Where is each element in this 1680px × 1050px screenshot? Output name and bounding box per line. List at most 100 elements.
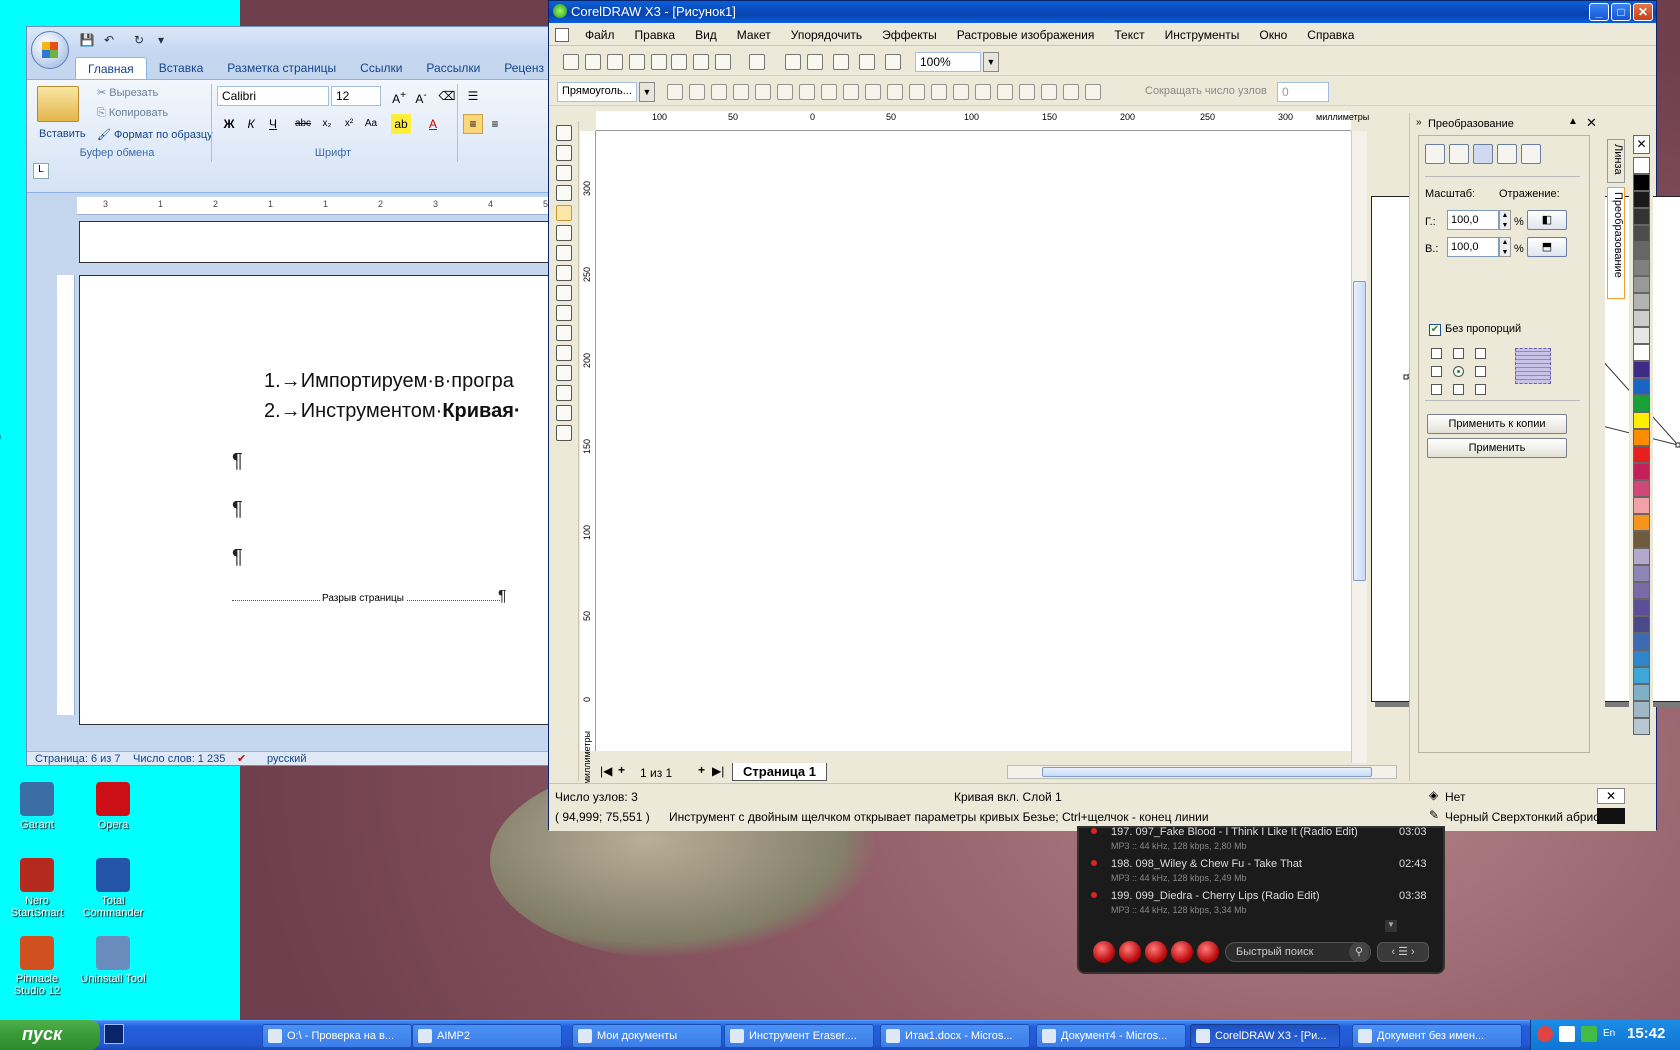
shrink-font-icon[interactable]: A- bbox=[411, 86, 431, 106]
welcome-icon[interactable] bbox=[859, 54, 875, 70]
redo-icon[interactable] bbox=[749, 54, 765, 70]
text-tool-icon[interactable] bbox=[556, 325, 572, 341]
v-scale-spinner-icon[interactable]: ▲ ▼ bbox=[1499, 237, 1511, 257]
color-swatch[interactable] bbox=[1633, 650, 1650, 667]
node-edit-icon[interactable] bbox=[975, 84, 991, 100]
node-edit-icon[interactable] bbox=[777, 84, 793, 100]
font-color-icon[interactable]: A bbox=[423, 114, 443, 134]
ribbon-tab[interactable]: Рассылки bbox=[414, 57, 492, 79]
start-button[interactable]: пуск bbox=[0, 1020, 100, 1050]
node-edit-icon[interactable] bbox=[667, 84, 683, 100]
tray-flag-icon[interactable] bbox=[1559, 1026, 1575, 1042]
add-page-icon[interactable]: + bbox=[618, 763, 625, 777]
page-tab[interactable]: Страница 1 bbox=[732, 763, 827, 781]
format-painter-button[interactable]: 🖌 Формат по образцу bbox=[97, 128, 213, 141]
underline-icon[interactable]: Ч bbox=[263, 114, 283, 134]
add-page-after-icon[interactable]: + bbox=[698, 763, 705, 777]
desktop-icon[interactable]: Nero StartSmart bbox=[0, 858, 74, 919]
vertical-scrollbar[interactable] bbox=[1351, 131, 1367, 763]
color-swatch[interactable] bbox=[1633, 718, 1650, 735]
node-edit-icon[interactable] bbox=[733, 84, 749, 100]
paste-icon[interactable] bbox=[693, 54, 709, 70]
change-case-icon[interactable]: Aa bbox=[361, 114, 381, 134]
menu-item[interactable]: Упорядочить bbox=[781, 28, 872, 42]
rotate-mode-icon[interactable] bbox=[1449, 144, 1469, 164]
eyedropper-tool-icon[interactable] bbox=[556, 365, 572, 381]
scroll-down-icon[interactable]: ▼ bbox=[1385, 920, 1397, 932]
qat-customize-icon[interactable]: ▾ bbox=[153, 33, 169, 47]
color-swatch[interactable] bbox=[1633, 565, 1650, 582]
rectangle-tool-icon[interactable] bbox=[556, 245, 572, 261]
tab-selector-icon[interactable]: L bbox=[33, 163, 49, 179]
clear-format-icon[interactable]: ⌫ bbox=[437, 86, 457, 106]
apply-to-copy-button[interactable]: Применить к копии bbox=[1427, 414, 1567, 434]
taskbar-task[interactable]: CorelDRAW X3 - [Ри... bbox=[1190, 1024, 1340, 1048]
ribbon-tab[interactable]: Реценз bbox=[492, 57, 556, 79]
size-mode-icon[interactable] bbox=[1497, 144, 1517, 164]
outline-color-swatch[interactable] bbox=[1597, 808, 1625, 824]
next-icon[interactable] bbox=[1197, 941, 1219, 963]
color-swatch[interactable] bbox=[1633, 242, 1650, 259]
horizontal-scroll-thumb[interactable] bbox=[1042, 767, 1372, 777]
color-swatch[interactable] bbox=[1633, 531, 1650, 548]
node-edit-icon[interactable] bbox=[711, 84, 727, 100]
color-swatch[interactable] bbox=[1633, 684, 1650, 701]
desktop-icon[interactable]: Opera bbox=[76, 782, 150, 831]
page-count[interactable]: Страница: 6 из 7 bbox=[35, 753, 121, 765]
shape-mode-combo[interactable]: Прямоуголь... bbox=[557, 82, 637, 102]
cut-icon[interactable] bbox=[651, 54, 667, 70]
tray-app-icon[interactable] bbox=[1537, 1026, 1553, 1042]
node-edit-icon[interactable] bbox=[821, 84, 837, 100]
color-swatch[interactable] bbox=[1633, 191, 1650, 208]
color-swatch[interactable] bbox=[1633, 174, 1650, 191]
save-icon[interactable] bbox=[607, 54, 623, 70]
language-indicator[interactable]: En bbox=[1603, 1028, 1615, 1039]
print-icon[interactable] bbox=[629, 54, 645, 70]
taskbar-task[interactable]: O:\ - Проверка на в... bbox=[262, 1024, 412, 1048]
menu-item[interactable]: Окно bbox=[1249, 28, 1297, 42]
tab-lens[interactable]: Линза bbox=[1607, 139, 1625, 183]
shape-tool-icon[interactable] bbox=[556, 145, 572, 161]
color-swatch[interactable] bbox=[1633, 633, 1650, 650]
new-icon[interactable] bbox=[563, 54, 579, 70]
color-swatch[interactable] bbox=[1633, 395, 1650, 412]
highlight-icon[interactable]: ab bbox=[391, 114, 411, 134]
office-button[interactable] bbox=[31, 31, 69, 69]
docker-collapse-icon[interactable]: ▲ bbox=[1568, 116, 1578, 127]
color-swatch[interactable] bbox=[1633, 616, 1650, 633]
vertical-scroll-thumb[interactable] bbox=[1353, 281, 1366, 581]
node-edit-icon[interactable] bbox=[887, 84, 903, 100]
drawing-canvas[interactable] bbox=[596, 131, 1351, 751]
copy-button[interactable]: ⎘ Копировать bbox=[97, 107, 168, 120]
quicklaunch-desktop-icon[interactable] bbox=[104, 1024, 124, 1044]
fill-tool-icon[interactable] bbox=[556, 405, 572, 421]
color-swatch[interactable] bbox=[1633, 293, 1650, 310]
taskbar-task[interactable]: AIMP2 bbox=[412, 1024, 562, 1048]
taskbar-task[interactable]: Мои документы bbox=[572, 1024, 722, 1048]
import-icon[interactable] bbox=[785, 54, 801, 70]
color-swatch[interactable] bbox=[1633, 412, 1650, 429]
align-center-icon[interactable]: ≡ bbox=[485, 114, 505, 134]
docker-expand-icon[interactable]: » bbox=[1416, 117, 1422, 128]
anchor-checkbox[interactable] bbox=[1453, 384, 1464, 395]
node-edit-icon[interactable] bbox=[1019, 84, 1035, 100]
menu-item[interactable]: Справка bbox=[1297, 28, 1364, 42]
proportional-checkbox[interactable]: ✔ bbox=[1429, 324, 1441, 336]
color-swatch[interactable] bbox=[1633, 497, 1650, 514]
node-edit-icon[interactable] bbox=[953, 84, 969, 100]
color-swatch[interactable] bbox=[1633, 480, 1650, 497]
ribbon-tab[interactable]: Разметка страницы bbox=[215, 57, 348, 79]
docker-close-icon[interactable]: ✕ bbox=[1586, 115, 1597, 131]
spellcheck-icon[interactable]: ✔ bbox=[237, 752, 246, 765]
paste-icon[interactable] bbox=[37, 86, 79, 122]
bullets-icon[interactable]: ☰ bbox=[463, 86, 483, 106]
anchor-checkbox[interactable] bbox=[1431, 384, 1442, 395]
color-swatch[interactable] bbox=[1633, 157, 1650, 174]
taskbar-task[interactable]: Документ4 - Micros... bbox=[1036, 1024, 1186, 1048]
no-fill-swatch-icon[interactable]: ✕ bbox=[1597, 788, 1625, 804]
menu-item[interactable]: Растровые изображения bbox=[947, 28, 1105, 42]
close-button[interactable]: ✕ bbox=[1633, 3, 1653, 21]
word-count[interactable]: Число слов: 1 235 bbox=[133, 753, 225, 765]
anchor-checkbox[interactable] bbox=[1475, 384, 1486, 395]
apply-button[interactable]: Применить bbox=[1427, 438, 1567, 458]
